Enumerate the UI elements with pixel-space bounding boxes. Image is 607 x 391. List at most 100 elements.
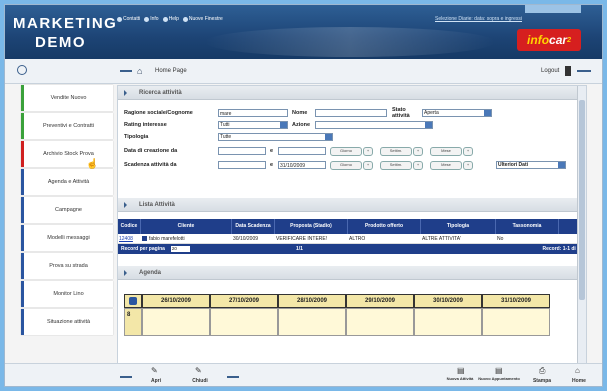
giorno-button[interactable]: Giorno: [330, 161, 362, 170]
agenda-slot[interactable]: [142, 308, 210, 336]
nav-label: Contatti: [123, 16, 141, 22]
list-section-header[interactable]: Lista Attività: [118, 198, 586, 212]
app-window: MARKETING DEMO Contatti Info Help Nuove …: [4, 4, 603, 387]
plus-button[interactable]: +: [413, 161, 423, 170]
plus-button[interactable]: +: [363, 147, 373, 156]
agenda-slot[interactable]: [278, 308, 346, 336]
plus-button[interactable]: +: [463, 161, 473, 170]
logo-version: 2: [567, 36, 571, 44]
sidebar-item-label: Agenda e Attività: [47, 179, 90, 185]
dash-icon: [227, 376, 239, 378]
agenda-slot[interactable]: [210, 308, 278, 336]
mese-button[interactable]: Mese: [430, 161, 462, 170]
creazione-from-input[interactable]: [218, 147, 266, 155]
plus-button[interactable]: +: [413, 147, 423, 156]
top-nav: Contatti Info Help Nuove Finestre: [117, 16, 223, 22]
giorno-button[interactable]: Giorno: [330, 147, 362, 156]
col-tassonomia[interactable]: Tassonomia: [496, 219, 559, 234]
settimana-button[interactable]: Settim.: [380, 161, 412, 170]
plus-button[interactable]: +: [463, 147, 473, 156]
agenda-day[interactable]: 31/10/2009: [482, 294, 550, 308]
agenda-day[interactable]: 30/10/2009: [414, 294, 482, 308]
search-form: Ragione sociale/Cognome mare Nome Stato …: [118, 100, 586, 198]
logout-icon[interactable]: [565, 66, 571, 76]
nome-input[interactable]: [315, 109, 387, 117]
agenda-slot[interactable]: [482, 308, 550, 336]
brand-logo: info car 2: [517, 29, 581, 51]
logo-text: info: [527, 33, 550, 47]
per-page-label: Record per pagina: [121, 246, 165, 252]
scadenza-from-input[interactable]: [218, 161, 266, 169]
home-icon[interactable]: ⌂: [575, 366, 580, 375]
apri-button[interactable]: Apri: [147, 378, 165, 384]
logout-link[interactable]: Logout: [541, 68, 559, 74]
bottom-toolbar: ✎ Apri ✎ Chiudi ▤ Nuova Attività ▤ Nuovo…: [5, 363, 602, 386]
agenda-day[interactable]: 28/10/2009: [278, 294, 346, 308]
stampa-button[interactable]: Stampa: [531, 378, 553, 384]
nuova-attivita-button[interactable]: Nuova Attività: [445, 376, 475, 381]
scrollbar-thumb[interactable]: [579, 100, 585, 300]
rating-select[interactable]: Tutti: [218, 121, 288, 129]
mese-button[interactable]: Mese: [430, 147, 462, 156]
col-cliente[interactable]: Cliente: [141, 219, 232, 234]
home-page-link[interactable]: Home Page: [155, 68, 187, 74]
sidebar-item-campagne[interactable]: Campagne: [21, 197, 113, 223]
sidebar-item-archivio-stock[interactable]: Archivio Stock Prova ☝: [21, 141, 113, 170]
sidebar-item-label: Prova su strada: [49, 263, 88, 269]
sidebar-item-monitor[interactable]: Monitor Lino: [21, 281, 113, 307]
col-proposta[interactable]: Proposta (Stadio): [275, 219, 348, 234]
agenda-day[interactable]: 27/10/2009: [210, 294, 278, 308]
ulteriori-dati-select[interactable]: Ulteriori Dati: [496, 161, 566, 169]
sidebar-item-label: Archivio Stock Prova: [43, 151, 94, 157]
pen-icon[interactable]: ✎: [151, 366, 158, 375]
col-codice[interactable]: Codice: [118, 219, 141, 234]
nav-nuove-finestre[interactable]: Nuove Finestre: [182, 16, 223, 22]
nuovo-appuntamento-button[interactable]: Nuovo Appuntamento: [477, 376, 521, 381]
col-prodotto[interactable]: Prodotto offerto: [348, 219, 421, 234]
plus-button[interactable]: +: [363, 161, 373, 170]
circle-icon[interactable]: [17, 65, 27, 75]
agenda-calendar-header: 26/10/2009 27/10/2009 28/10/2009 29/10/2…: [124, 294, 586, 308]
e-label: e: [270, 162, 274, 168]
nav-info[interactable]: Info: [144, 16, 159, 22]
azione-select[interactable]: [315, 121, 433, 129]
scadenza-to-input[interactable]: 31/10/2009: [278, 161, 326, 169]
home-icon[interactable]: ⌂: [137, 66, 142, 76]
nav-contatti[interactable]: Contatti: [117, 16, 140, 22]
client-flag-icon: [142, 236, 147, 241]
stato-select[interactable]: Aperta: [422, 109, 492, 117]
calendar-icon[interactable]: [124, 294, 142, 308]
agenda-day[interactable]: 29/10/2009: [346, 294, 414, 308]
new-activity-icon[interactable]: ▤: [457, 366, 465, 375]
sidebar-item-agenda[interactable]: Agenda e Attività: [21, 169, 113, 195]
nav-label: Nuove Finestre: [188, 16, 223, 22]
col-tipologia[interactable]: Tipologia: [421, 219, 496, 234]
cell-codice[interactable]: 12408: [118, 234, 141, 243]
chiudi-button[interactable]: Chiudi: [189, 378, 211, 384]
azione-label: Azione: [292, 122, 311, 128]
table-row[interactable]: 12408 fabio marefelotti 30/10/2009 VERIF…: [118, 234, 586, 244]
sidebar-item-situazione[interactable]: Situazione attività: [21, 309, 113, 335]
tipologia-select[interactable]: Tutte: [218, 133, 333, 141]
nav-help[interactable]: Help: [162, 16, 179, 22]
pen-icon[interactable]: ✎: [195, 366, 202, 375]
per-page-select[interactable]: 20: [170, 246, 190, 252]
home-button[interactable]: Home: [569, 378, 589, 384]
agenda-slot[interactable]: [414, 308, 482, 336]
header-right-link[interactable]: Selezione Diarie: data: sopra e ingressi: [435, 16, 522, 22]
sidebar-item-preventivi[interactable]: Preventivi e Contratti: [21, 113, 113, 139]
main-scrollbar[interactable]: [577, 86, 586, 372]
sidebar-item-vendite-nuovo[interactable]: Vendite Nuovo: [21, 85, 113, 111]
creazione-to-input[interactable]: [278, 147, 326, 155]
sidebar-item-prova-strada[interactable]: Prova su strada: [21, 253, 113, 279]
settimana-button[interactable]: Settim.: [380, 147, 412, 156]
agenda-section-header[interactable]: Agenda: [118, 266, 586, 280]
print-icon[interactable]: ⎙: [539, 366, 545, 376]
agenda-slot[interactable]: [346, 308, 414, 336]
col-data-scadenza[interactable]: Data Scadenza: [232, 219, 275, 234]
ragione-input[interactable]: mare: [218, 109, 288, 117]
agenda-day[interactable]: 26/10/2009: [142, 294, 210, 308]
new-action-icon[interactable]: ▤: [495, 366, 503, 375]
search-section-header[interactable]: Ricerca attività: [118, 86, 586, 100]
sidebar-item-modelli[interactable]: Modelli messaggi: [21, 225, 113, 251]
